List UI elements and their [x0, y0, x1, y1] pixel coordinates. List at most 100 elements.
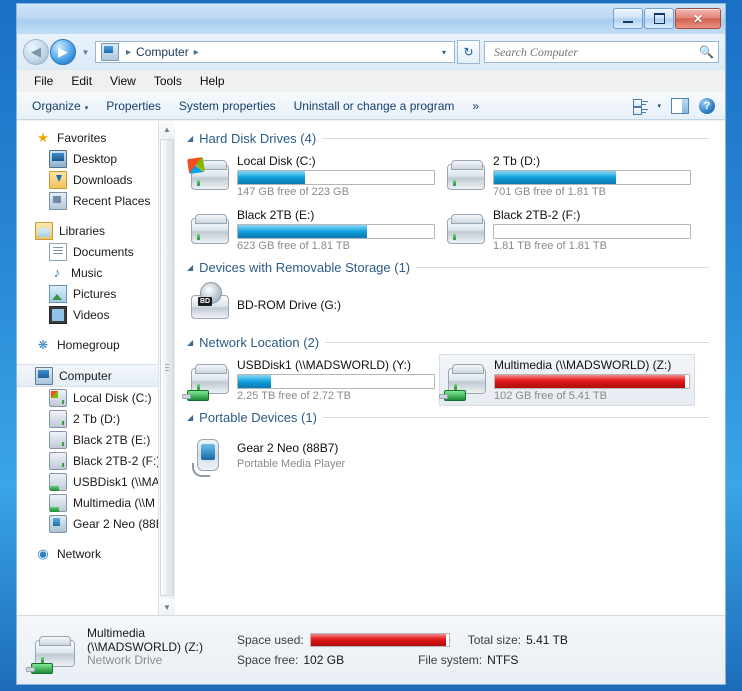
close-button[interactable]: ✕ [675, 8, 721, 29]
drive-icon [443, 208, 489, 252]
address-bar: ◀ ▶ ▼ ▸ Computer ▸ ▾ ↻ 🔍 [17, 34, 725, 70]
sidebar-item-label: USBDisk1 (\\MAD [73, 474, 169, 489]
navigation-scrollbar[interactable]: ▲ ▼ [158, 121, 175, 615]
details-item-type: Network Drive [87, 653, 163, 667]
scroll-up-arrow-icon[interactable]: ▲ [159, 121, 175, 137]
menu-bar: File Edit View Tools Help [17, 70, 725, 92]
sidebar-item-network[interactable]: ◉ Network [17, 543, 175, 564]
collapse-triangle-icon[interactable]: ◢ [187, 413, 193, 422]
menu-edit[interactable]: Edit [62, 72, 101, 90]
collapse-triangle-icon[interactable]: ◢ [187, 134, 193, 143]
drive-tile[interactable]: 2 Tb (D:) 701 GB free of 1.81 TB [439, 150, 695, 202]
tile-body: Multimedia (\\MADSWORLD) (Z:) 102 GB free… [494, 358, 690, 402]
group-header[interactable]: ◢ Portable Devices (1) [183, 410, 725, 425]
group-divider [416, 267, 709, 268]
history-dropdown-icon[interactable]: ▼ [79, 48, 92, 57]
sidebar-item-libraries[interactable]: Libraries [17, 220, 175, 241]
sidebar-item-label: 2 Tb (D:) [73, 411, 121, 426]
capacity-bar-fill [238, 171, 305, 184]
sidebar-item-homegroup[interactable]: ❋ Homegroup [17, 334, 175, 355]
network-drive-icon [26, 626, 83, 674]
drive-tile[interactable]: Local Disk (C:) 147 GB free of 223 GB [183, 150, 439, 202]
sidebar-item-music[interactable]: ♪ Music [17, 262, 175, 283]
drive-tile[interactable]: Multimedia (\\MADSWORLD) (Z:) 102 GB free… [439, 354, 695, 406]
search-box[interactable]: 🔍 [484, 41, 719, 63]
system-properties-button[interactable]: System properties [170, 96, 285, 116]
sidebar-item-videos[interactable]: Videos [17, 304, 175, 325]
items-view: ◢ Hard Disk Drives (4) Local Disk (C:) 147 … [175, 121, 725, 615]
network-drive-icon [439, 358, 490, 402]
sidebar-item-black-2tb-e[interactable]: Black 2TB (E:) [17, 429, 175, 450]
sidebar-item-usbdisk1-mad[interactable]: USBDisk1 (\\MAD [17, 471, 175, 492]
sidebar-item-gear-2-neo-88b7[interactable]: Gear 2 Neo (88B7 [17, 513, 175, 534]
group-header[interactable]: ◢ Network Location (2) [183, 335, 725, 350]
sidebar-item-favorites[interactable]: ★ Favorites [17, 127, 175, 148]
drive-capacity-text: 1.81 TB free of 1.81 TB [493, 240, 607, 252]
scroll-down-arrow-icon[interactable]: ▼ [159, 599, 175, 615]
music-icon: ♪ [53, 264, 61, 280]
menu-file[interactable]: File [25, 72, 62, 90]
group-header[interactable]: ◢ Devices with Removable Storage (1) [183, 260, 725, 275]
group-header[interactable]: ◢ Hard Disk Drives (4) [183, 131, 725, 146]
menu-tools[interactable]: Tools [145, 72, 191, 90]
sidebar-item-multimedia-m[interactable]: Multimedia (\\M [17, 492, 175, 513]
minimize-button[interactable] [613, 8, 643, 29]
help-icon[interactable]: ? [699, 97, 715, 114]
sidebar-item-black-2tb-2-f[interactable]: Black 2TB-2 (F:) [17, 450, 175, 471]
organize-button[interactable]: Organize ▾ [23, 96, 97, 116]
sidebar-item-2-tb-d[interactable]: 2 Tb (D:) [17, 408, 175, 429]
chevron-down-icon[interactable]: ▾ [442, 48, 452, 57]
scrollbar-thumb[interactable] [160, 139, 174, 596]
refresh-button[interactable]: ↻ [457, 40, 480, 64]
sidebar-item-label: Desktop [73, 151, 118, 166]
drive-tile[interactable]: Gear 2 Neo (88B7) Portable Media Player [183, 429, 439, 481]
change-view-button[interactable]: ▾ [633, 98, 661, 115]
maximize-button[interactable] [644, 8, 674, 29]
network-drive-icon [49, 472, 67, 491]
forward-icon[interactable]: ▶ [50, 39, 76, 65]
drive-name: Black 2TB (E:) [237, 208, 315, 222]
sidebar-item-recent-places[interactable]: Recent Places [17, 190, 175, 211]
back-icon[interactable]: ◀ [23, 39, 49, 65]
sidebar-item-label: Documents [73, 244, 134, 259]
menu-help[interactable]: Help [191, 72, 234, 90]
drive-name: BD-ROM Drive (G:) [237, 298, 341, 312]
group-title: Portable Devices (1) [199, 410, 317, 425]
menu-view[interactable]: View [101, 72, 145, 90]
breadcrumb[interactable]: ▸ Computer ▸ ▾ [95, 41, 455, 63]
sidebar-item-label: Pictures [73, 286, 117, 301]
properties-button[interactable]: Properties [97, 96, 170, 116]
search-icon: 🔍 [699, 45, 714, 59]
drive-tile[interactable]: BD BD-ROM Drive (G:) [183, 279, 439, 331]
group-divider [322, 417, 709, 418]
sidebar-item-local-disk-c[interactable]: Local Disk (C:) [17, 387, 175, 408]
title-bar: ✕ [17, 4, 725, 34]
drive-tile[interactable]: Black 2TB-2 (F:) 1.81 TB free of 1.81 TB [439, 204, 695, 256]
drive-tile[interactable]: Black 2TB (E:) 623 GB free of 1.81 TB [183, 204, 439, 256]
drive-name: Local Disk (C:) [237, 154, 316, 168]
collapse-triangle-icon[interactable]: ◢ [187, 338, 193, 347]
windows-drive-icon [187, 154, 233, 198]
tile-body: BD-ROM Drive (G:) [237, 298, 435, 312]
sidebar-item-documents[interactable]: Documents [17, 241, 175, 262]
sidebar-item-pictures[interactable]: Pictures [17, 283, 175, 304]
search-input[interactable] [492, 43, 700, 61]
collapse-triangle-icon[interactable]: ◢ [187, 263, 193, 272]
organize-label: Organize [32, 98, 81, 113]
sidebar-item-desktop[interactable]: Desktop [17, 148, 175, 169]
breadcrumb-item-computer[interactable]: Computer [136, 45, 189, 59]
sidebar-item-label: Homegroup [57, 337, 120, 352]
file-system-value: NTFS [487, 653, 519, 667]
breadcrumb-separator-icon[interactable]: ▸ [189, 47, 204, 58]
details-item-name: Multimedia (\\MADSWORLD) (Z:) [87, 626, 203, 654]
drive-tile[interactable]: USBDisk1 (\\MADSWORLD) (Y:) 2.25 TB free … [182, 354, 439, 406]
capacity-bar [237, 170, 435, 185]
drive-capacity-text: 102 GB free of 5.41 TB [494, 390, 607, 402]
uninstall-or-change-program-button[interactable]: Uninstall or change a program [285, 96, 464, 116]
toolbar-overflow-button[interactable]: » [463, 96, 488, 116]
sidebar-item-downloads[interactable]: Downloads [17, 169, 175, 190]
sidebar-item-computer[interactable]: Computer [17, 364, 175, 387]
preview-pane-icon[interactable] [671, 97, 689, 114]
